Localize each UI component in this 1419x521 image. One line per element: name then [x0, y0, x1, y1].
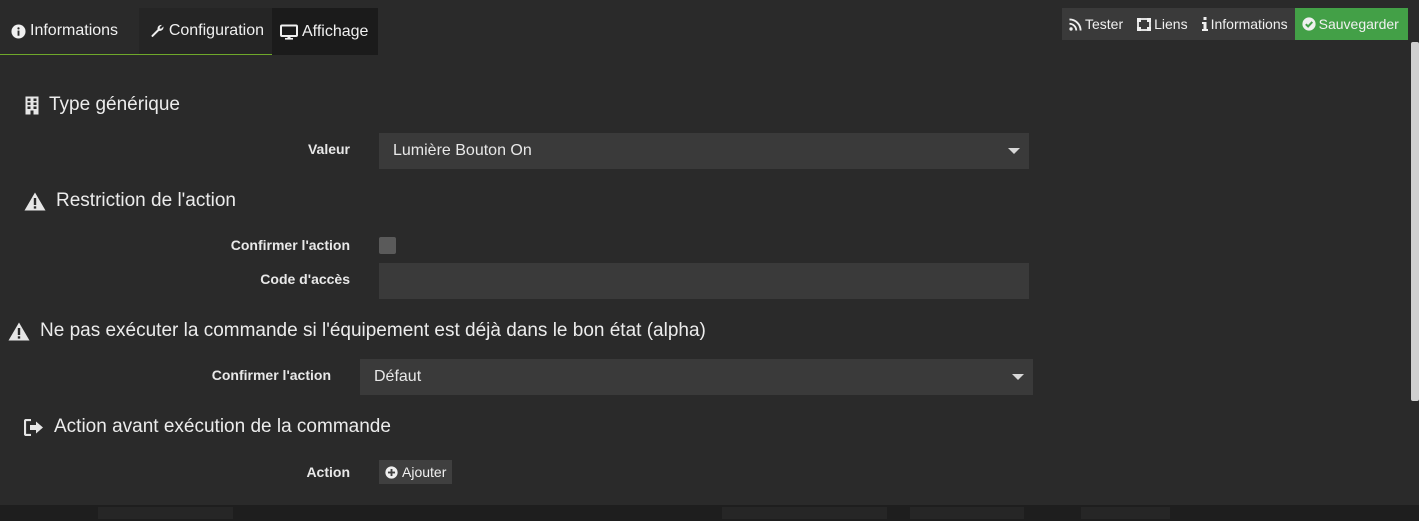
confirm-action-checkbox[interactable] [379, 237, 396, 254]
add-button[interactable]: Ajouter [379, 460, 453, 484]
add-label: Ajouter [402, 464, 447, 480]
tab-label: Informations [30, 22, 119, 39]
monitor-icon [280, 24, 298, 40]
scrollbar[interactable] [1411, 42, 1419, 401]
informations-label: Informations [1210, 16, 1288, 32]
section-title-text: Action avant exécution de la commande [54, 416, 391, 437]
rss-icon [1069, 17, 1082, 31]
warning-icon [8, 322, 30, 340]
chevron-down-icon [1008, 148, 1020, 154]
section-title-text: Ne pas exécuter la commande si l'équipem… [40, 320, 706, 341]
no-execute-select[interactable]: Défaut [360, 359, 1033, 395]
confirm-action-label: Confirmer l'action [230, 237, 350, 253]
confirm-action-label-2: Confirmer l'action [211, 367, 331, 383]
links-button[interactable]: Liens [1130, 8, 1195, 40]
warning-icon [24, 192, 46, 210]
toolbar: Tester Liens Informations Sauvegarder [1062, 8, 1408, 40]
links-label: Liens [1154, 16, 1188, 32]
tab-configuration[interactable]: Configuration [139, 8, 272, 55]
action-label: Action [306, 464, 350, 480]
tab-informations[interactable]: Informations [0, 8, 139, 55]
save-button[interactable]: Sauvegarder [1294, 8, 1408, 40]
building-icon [25, 96, 39, 114]
info-icon [1201, 17, 1208, 31]
section-generic-type-title: Type générique [25, 94, 180, 116]
save-label: Sauvegarder [1318, 16, 1399, 32]
section-restriction-title: Restriction de l'action [24, 190, 236, 212]
sign-out-icon [24, 418, 43, 436]
access-code-label: Code d'accès [260, 271, 350, 287]
tab-bar: Informations Configuration Affichage [0, 8, 378, 55]
section-title-text: Restriction de l'action [56, 190, 236, 211]
test-label: Tester [1085, 16, 1124, 32]
section-title-text: Type générique [49, 94, 180, 115]
footer-segment [98, 507, 233, 519]
tab-affichage[interactable]: Affichage [272, 8, 378, 55]
select-value: Lumière Bouton On [393, 142, 532, 159]
footer-segment [1081, 507, 1170, 519]
check-circle-icon [1302, 17, 1316, 31]
links-icon [1137, 17, 1152, 31]
tab-label: Configuration [168, 22, 264, 39]
wrench-icon [151, 24, 164, 37]
tab-label: Affichage [302, 22, 369, 40]
value-label: Valeur [307, 141, 350, 157]
generic-type-select[interactable]: Lumière Bouton On [379, 133, 1029, 169]
footer-segment [722, 507, 887, 519]
footer-segment [910, 507, 1024, 519]
informations-button[interactable]: Informations [1194, 8, 1295, 40]
chevron-down-icon [1012, 374, 1024, 380]
test-button[interactable]: Tester [1062, 8, 1131, 40]
info-circle-icon [11, 23, 26, 39]
section-pre-action-title: Action avant exécution de la commande [24, 416, 391, 438]
access-code-input[interactable] [379, 263, 1029, 299]
plus-circle-icon [385, 465, 398, 479]
select-value: Défaut [374, 368, 422, 385]
section-no-execute-title: Ne pas exécuter la commande si l'équipem… [8, 320, 706, 342]
